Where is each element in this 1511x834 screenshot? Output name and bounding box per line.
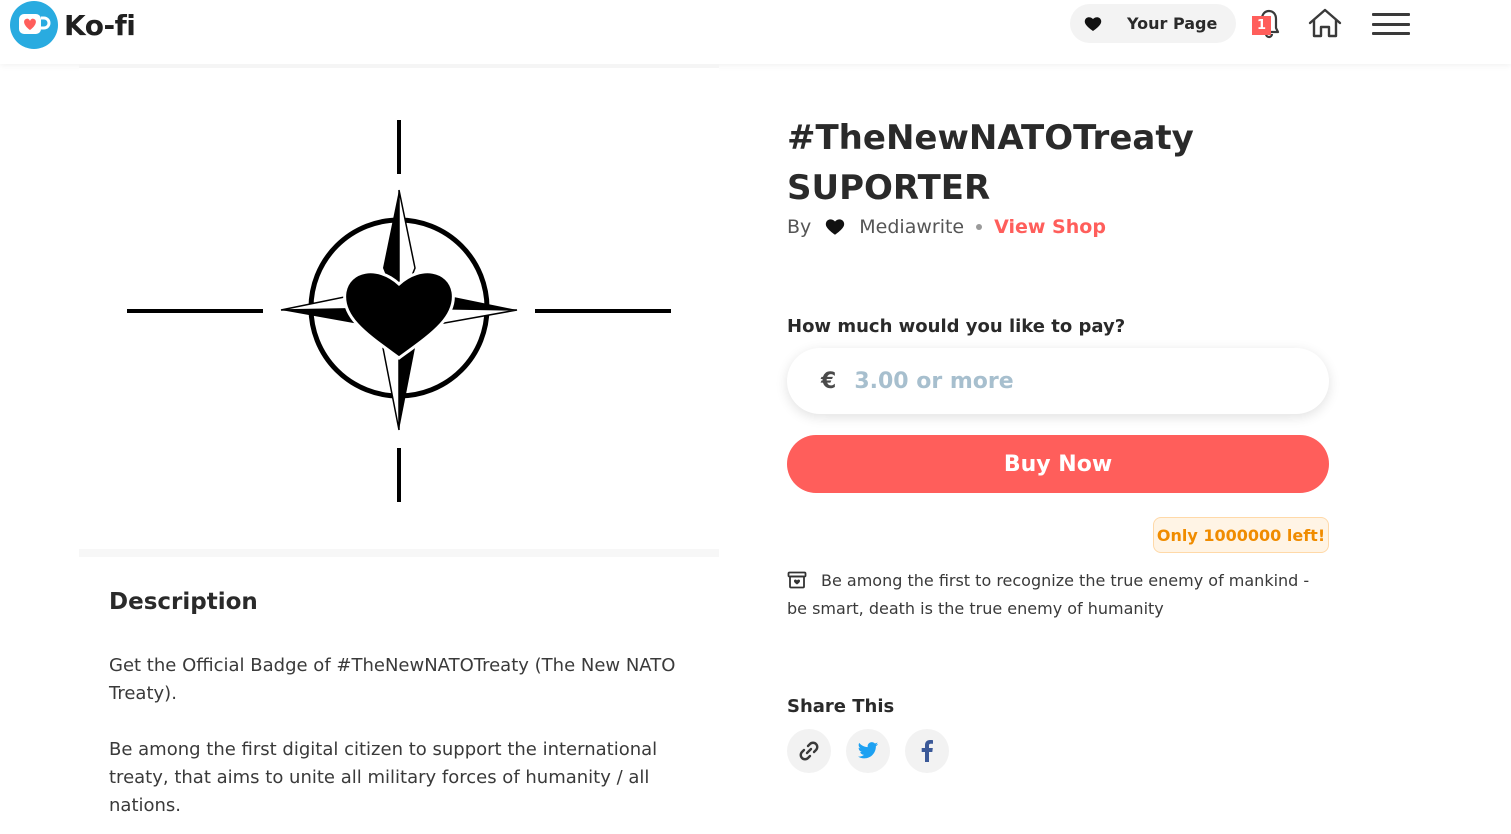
description-heading: Description <box>109 589 258 615</box>
notification-count-badge: 1 <box>1252 16 1271 35</box>
twitter-icon <box>857 742 879 759</box>
separator-dot <box>976 224 983 230</box>
heart-icon <box>825 218 845 236</box>
product-title: #TheNewNATOTreaty SUPORTER <box>787 113 1307 213</box>
your-page-button[interactable]: Your Page <box>1070 4 1236 43</box>
top-navigation-bar: Ko-fi Your Page 1 <box>0 0 1511 64</box>
product-image <box>79 64 719 557</box>
buy-now-button[interactable]: Buy Now <box>787 435 1329 493</box>
product-note: Be among the first to recognize the true… <box>787 568 1332 621</box>
link-icon <box>799 741 819 761</box>
home-icon <box>1308 8 1342 38</box>
heart-icon <box>1082 16 1104 32</box>
creator-byline: By Mediawrite View Shop <box>787 216 1106 238</box>
stock-remaining-badge: Only 1000000 left! <box>1153 517 1329 553</box>
kofi-cup-icon <box>10 1 58 49</box>
package-icon <box>787 571 807 596</box>
menu-icon-bar <box>1372 13 1410 16</box>
your-page-label: Your Page <box>1127 14 1218 33</box>
product-title-line: #TheNewNATOTreaty <box>787 118 1194 158</box>
facebook-icon <box>921 740 933 762</box>
copy-link-button[interactable] <box>787 729 831 773</box>
view-shop-link[interactable]: View Shop <box>994 216 1106 238</box>
brand-name: Ko-fi <box>64 8 136 42</box>
menu-icon-bar <box>1372 22 1410 26</box>
kofi-logo[interactable]: Ko-fi <box>10 1 136 49</box>
pay-amount-field[interactable]: € <box>787 348 1329 414</box>
description-paragraph: Get the Official Badge of #TheNewNATOTre… <box>109 655 676 704</box>
currency-symbol: € <box>821 368 837 394</box>
share-twitter-button[interactable] <box>846 729 890 773</box>
product-note-text: Be among the first to recognize the true… <box>787 571 1310 618</box>
pay-amount-label: How much would you like to pay? <box>787 316 1126 337</box>
nato-heart-badge-image <box>127 120 671 502</box>
home-button[interactable] <box>1307 7 1343 43</box>
product-title-line: SUPORTER <box>787 168 991 208</box>
menu-button[interactable] <box>1372 13 1410 35</box>
menu-icon-bar <box>1372 32 1410 35</box>
creator-name-link[interactable]: Mediawrite <box>859 216 964 238</box>
share-heading: Share This <box>787 696 895 717</box>
pay-amount-input[interactable] <box>854 368 1275 394</box>
share-facebook-button[interactable] <box>905 729 949 773</box>
description-paragraph: Be among the first digital citizen to su… <box>109 739 658 816</box>
notifications-button[interactable]: 1 <box>1250 6 1286 40</box>
by-label: By <box>787 216 812 238</box>
